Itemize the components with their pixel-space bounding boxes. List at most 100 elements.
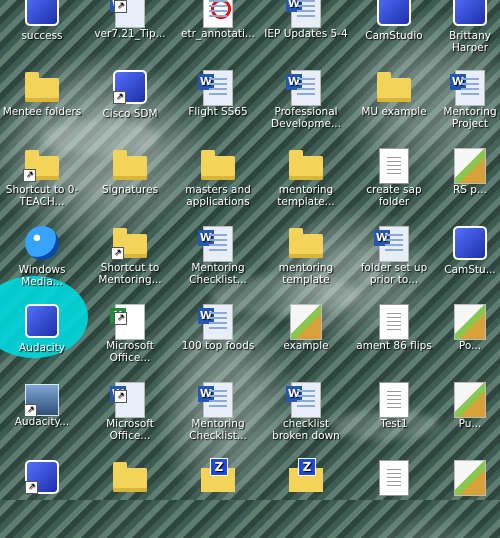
icon-label: Test1 xyxy=(380,418,408,430)
desktop-icon-create-sap[interactable]: create sap folder xyxy=(352,148,436,226)
icon-label: etr_annotati... xyxy=(181,28,255,40)
cisco-sdm-icon xyxy=(113,70,147,104)
text-document-icon xyxy=(379,148,409,184)
icon-label: ver7.21_Tip... xyxy=(94,28,166,40)
icon-label: Microsoft Office... xyxy=(106,418,154,442)
word-document-icon xyxy=(110,382,145,418)
icon-label: Shortcut to 0-TEACH... xyxy=(5,184,79,208)
app-icon xyxy=(25,460,59,494)
desktop-icon-pu[interactable]: Pu... xyxy=(440,382,500,460)
icon-label: IEP Updates 5-4 xyxy=(264,28,348,40)
desktop-icon-mentoring-project[interactable]: Mentoring Project xyxy=(440,70,500,148)
desktop-icon-pdf[interactable]: etr_annotati... xyxy=(176,0,260,70)
desktop-icon-mentoring-template[interactable]: mentoring template... xyxy=(264,148,348,226)
desktop-icon-mentoring-checklist[interactable]: Mentoring Checklist... xyxy=(176,226,260,304)
image-file-icon xyxy=(454,148,486,184)
installer-icon xyxy=(24,384,59,417)
icon-label: Pu... xyxy=(458,418,482,430)
desktop-icon-mu-example[interactable]: MU example xyxy=(352,70,436,148)
desktop-icon-po[interactable]: Po... xyxy=(440,304,500,382)
text-document-icon xyxy=(379,382,409,418)
image-file-icon xyxy=(290,304,322,340)
desktop-icon-mentoring-shortcut[interactable]: Shortcut to Mentoring... xyxy=(88,226,172,304)
desktop-icon-bottom-4[interactable] xyxy=(264,458,348,538)
icon-label: masters and applications xyxy=(185,184,251,208)
icon-label: Microsoft Office... xyxy=(106,340,154,364)
icon-label: Mentoring Checklist... xyxy=(189,418,247,442)
icon-label: Flight SS65 xyxy=(188,106,248,118)
image-file-icon xyxy=(454,304,486,340)
word-document-icon xyxy=(198,70,233,106)
desktop-icon-microsoft-office-1[interactable]: Microsoft Office... xyxy=(88,304,172,382)
desktop-icon-professional[interactable]: Professional Developme... xyxy=(264,70,348,148)
desktop-icon-bottom-1[interactable] xyxy=(0,460,84,538)
desktop-icon-mentee-folders[interactable]: Mentee folders xyxy=(0,70,84,148)
desktop-icon-mentoring-template-2[interactable]: mentoring template xyxy=(264,226,348,304)
icon-label: ament 86 flips xyxy=(356,340,432,352)
icon-label: success xyxy=(21,30,63,42)
icon-label: Mentoring Checklist... xyxy=(189,262,247,286)
camstudio-icon xyxy=(377,0,411,26)
word-document-icon xyxy=(286,382,321,418)
desktop-icon-rs-p[interactable]: RS p... xyxy=(440,148,500,226)
image-file-icon xyxy=(454,460,486,496)
desktop-icon-signatures[interactable]: Signatures xyxy=(88,148,172,226)
pdf-icon xyxy=(203,0,233,28)
contact-icon xyxy=(453,0,487,26)
icon-label: CamStu... xyxy=(444,264,496,276)
icon-label: Cisco SDM xyxy=(102,108,158,120)
icon-label: Audacity xyxy=(19,342,65,354)
desktop-icon-iep-updates[interactable]: IEP Updates 5-4 xyxy=(264,0,348,70)
icon-label: checklist broken down xyxy=(272,418,340,442)
desktop-icon-example[interactable]: example xyxy=(264,304,348,382)
desktop-icon-camstudio-2[interactable]: CamStu... xyxy=(440,226,500,304)
camstudio-icon xyxy=(453,226,487,260)
windows-media-icon xyxy=(25,226,59,260)
zip-folder-icon xyxy=(201,458,235,492)
desktop-icon-top-foods[interactable]: 100 top foods xyxy=(176,304,260,382)
icon-label: Professional Developme... xyxy=(271,106,341,130)
desktop-icon-windows-media[interactable]: Windows Media... xyxy=(0,226,84,304)
icon-label: Signatures xyxy=(101,184,159,196)
desktop-icon-checklist-broken-down[interactable]: checklist broken down xyxy=(264,382,348,460)
desktop-icon-folder-setup[interactable]: folder set up prior to... xyxy=(352,226,436,304)
desktop-icon-bottom-3[interactable] xyxy=(176,458,260,538)
word-document-icon xyxy=(450,70,485,106)
desktop-icon-success[interactable]: success xyxy=(0,0,84,70)
desktop-icon-masters[interactable]: masters and applications xyxy=(176,148,260,226)
desktop-icon-bottom-6[interactable] xyxy=(440,460,500,538)
folder-icon xyxy=(113,462,147,492)
desktop-icon-teach-shortcut[interactable]: Shortcut to 0-TEACH... xyxy=(0,148,84,226)
desktop-icon-cisco-sdm[interactable]: Cisco SDM xyxy=(88,70,172,148)
icon-label: example xyxy=(283,340,329,352)
icon-label: Po... xyxy=(458,340,482,352)
desktop-icon-ver7[interactable]: ver7.21_Tip... xyxy=(88,0,172,70)
desktop-icon-ament-flips[interactable]: ament 86 flips xyxy=(352,304,436,382)
icon-label: create sap folder xyxy=(366,184,422,208)
folder-icon xyxy=(25,72,59,102)
desktop-icon-test1[interactable]: Test1 xyxy=(352,382,436,460)
icon-label: Mentoring Project xyxy=(443,106,497,130)
icon-label: 100 top foods xyxy=(181,340,255,352)
skype-icon xyxy=(25,0,59,26)
word-document-icon xyxy=(374,226,409,262)
excel-icon xyxy=(110,304,145,340)
desktop-icon-brittany[interactable]: Brittany Harper xyxy=(440,0,500,70)
desktop-icon-flight[interactable]: Flight SS65 xyxy=(176,70,260,148)
desktop-icon-audacity-2[interactable]: Audacity... xyxy=(0,382,84,460)
icon-label: Windows Media... xyxy=(18,264,66,288)
image-file-icon xyxy=(454,382,486,418)
desktop-icon-audacity[interactable]: Audacity xyxy=(0,304,84,382)
folder-icon xyxy=(113,150,147,180)
desktop-icon-camstudio[interactable]: CamStudio xyxy=(352,0,436,70)
icon-label: CamStudio xyxy=(365,30,423,42)
icon-label: Audacity... xyxy=(14,416,70,428)
desktop-icon-mentoring-checklist-2[interactable]: Mentoring Checklist... xyxy=(176,382,260,460)
folder-shortcut-icon xyxy=(23,150,59,182)
desktop-icon-bottom-5[interactable] xyxy=(352,460,436,538)
icon-label: Mentee folders xyxy=(2,106,82,118)
desktop-icon-bottom-2[interactable] xyxy=(88,460,172,538)
icon-label: mentoring template xyxy=(278,262,334,286)
word-document-icon xyxy=(110,0,145,28)
desktop-icon-microsoft-office-2[interactable]: Microsoft Office... xyxy=(88,382,172,460)
